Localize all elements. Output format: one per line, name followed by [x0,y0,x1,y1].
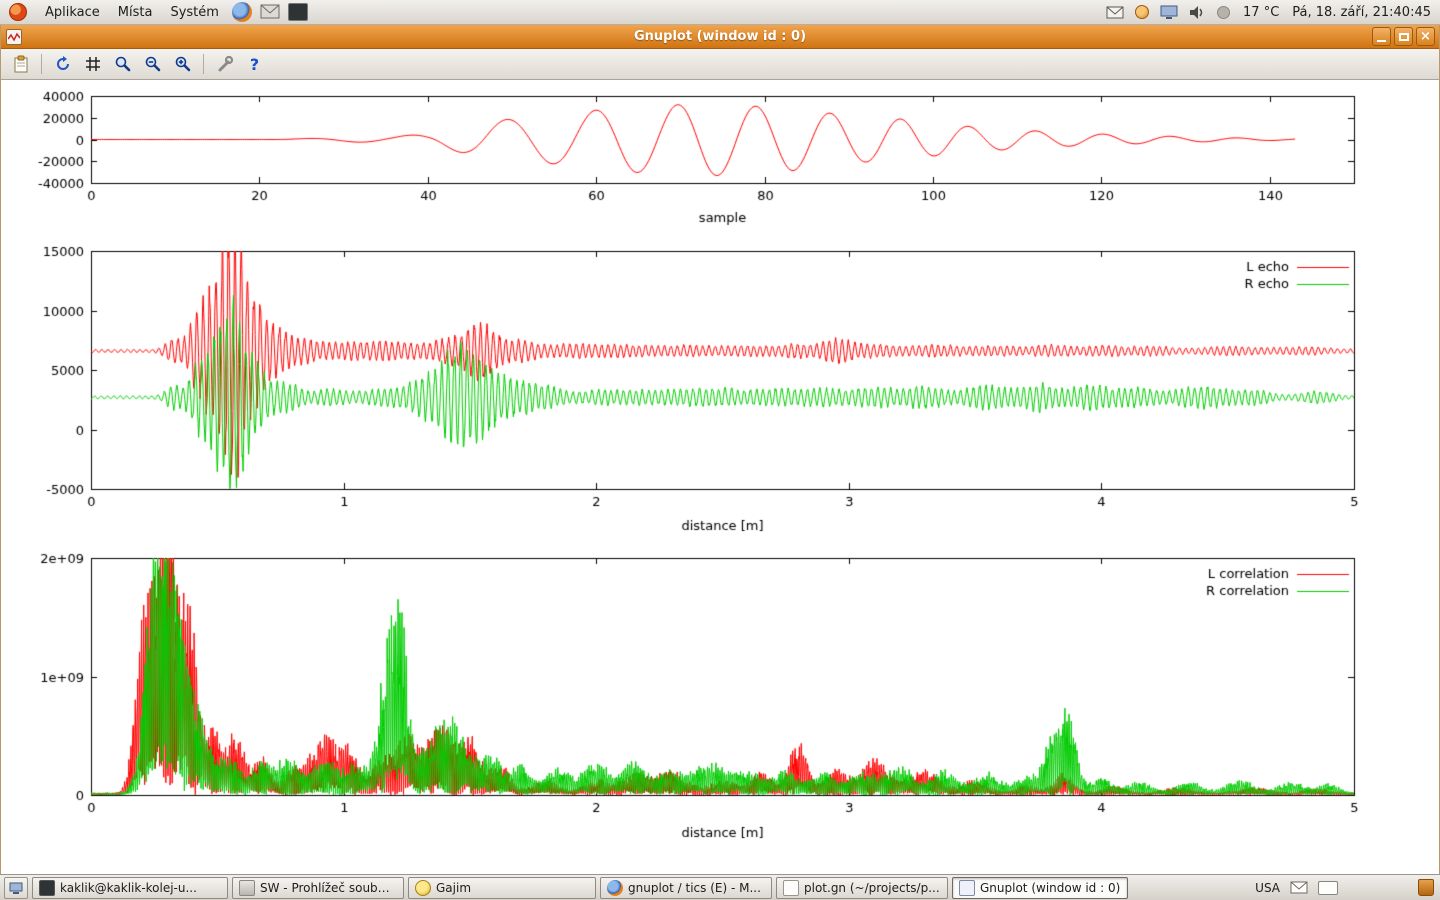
terminal-icon [288,3,308,21]
taskbar-item-terminal[interactable]: kaklik@kaklik-kolej-u... [32,877,228,899]
chart-echo-waveforms[interactable] [1,235,1439,540]
taskbar-item-label: Gajim [436,881,471,895]
remote-desktop-icon[interactable] [1159,2,1179,22]
copy-to-clipboard-button[interactable] [7,52,34,77]
mail-tray-icon[interactable] [1290,881,1308,894]
ubuntu-logo-icon [9,3,27,21]
file-manager-icon [239,880,255,896]
gajim-icon [415,880,431,896]
gnuplot-window-icon [6,29,22,45]
clock-label[interactable]: Pá, 18. září, 21:40:45 [1289,5,1434,20]
terminal-launcher-icon[interactable] [286,1,310,23]
toolbar-separator [41,54,42,74]
menu-places[interactable]: Místa [109,0,162,24]
desktop: Aplikace Místa Systém [0,0,1440,900]
zoom-in-icon [174,55,192,73]
taskbar-item-label: SW - Prohlížeč souborů [260,881,397,895]
keyboard-icon[interactable] [1318,881,1338,895]
grid-icon [85,56,101,72]
zoom-out-button[interactable] [139,52,166,77]
zoom-in-button[interactable] [169,52,196,77]
update-notifier-icon[interactable] [1132,2,1152,22]
mail-notification-icon[interactable] [1105,2,1125,22]
taskbar-item-editor[interactable]: plot.gn (~/projects/p... [776,877,948,899]
refresh-icon [54,55,72,73]
minimize-button[interactable] [1372,27,1391,46]
taskbar-item-label: Gnuplot (window id : 0) [980,881,1120,895]
trash-icon[interactable] [1418,879,1434,896]
panel-right system-tray: 17 °C Pá, 18. září, 21:40:45 [1105,0,1440,24]
taskbar-item-label: plot.gn (~/projects/p... [804,881,940,895]
envelope-icon [260,4,280,20]
close-icon: × [1420,30,1431,43]
maximize-button[interactable] [1394,27,1413,46]
firefox-icon [607,880,623,896]
show-desktop-button[interactable] [4,877,28,899]
text-editor-icon [783,880,799,896]
firefox-icon [232,2,252,22]
taskbar-item-gajim[interactable]: Gajim [408,877,596,899]
taskbar-item-gnuplot[interactable]: Gnuplot (window id : 0) [952,877,1128,899]
zoom-previous-icon [114,55,132,73]
chart-correlation[interactable] [1,545,1439,860]
titlebar[interactable]: Gnuplot (window id : 0) × [1,25,1439,49]
taskbar-item-file-browser[interactable]: SW - Prohlížeč souborů [232,877,404,899]
keyboard-layout-indicator[interactable]: USA [1255,881,1280,895]
minimize-icon [1377,40,1386,42]
toggle-grid-button[interactable] [79,52,106,77]
mail-launcher-icon[interactable] [258,1,282,23]
window-title: Gnuplot (window id : 0) [1,29,1439,44]
close-button[interactable]: × [1416,27,1435,46]
taskbar-item-label: gnuplot / tics (E) - M... [628,881,761,895]
taskbar: kaklik@kaklik-kolej-u... SW - Prohlížeč … [0,874,1440,900]
gnome-top-panel: Aplikace Místa Systém [0,0,1440,25]
configure-button[interactable] [211,52,238,77]
toolbar: ? [1,49,1439,80]
zoom-out-icon [144,55,162,73]
weather-icon[interactable] [1213,2,1233,22]
replot-button[interactable] [49,52,76,77]
chart-sample-waveform[interactable] [1,80,1439,232]
temperature-label: 17 °C [1240,5,1282,20]
firefox-launcher-icon[interactable] [230,1,254,23]
toolbar-separator [203,54,204,74]
menu-applications[interactable]: Aplikace [36,0,109,24]
show-desktop-icon [9,882,23,894]
maximize-icon [1399,33,1409,41]
panel-left: Aplikace Místa Systém [0,0,312,24]
plot-area [1,80,1439,873]
help-button[interactable]: ? [241,52,268,77]
taskbar-right: USA [1255,879,1436,896]
gnuplot-window: Gnuplot (window id : 0) × [0,25,1440,874]
taskbar-item-label: kaklik@kaklik-kolej-u... [60,881,197,895]
menu-system[interactable]: Systém [161,0,227,24]
volume-icon[interactable] [1186,2,1206,22]
terminal-icon [39,880,55,896]
window-controls: × [1372,27,1435,46]
ubuntu-menu-button[interactable] [0,0,36,24]
gnuplot-icon [959,880,975,896]
help-icon: ? [250,55,259,74]
copy-icon [12,55,30,73]
taskbar-item-browser[interactable]: gnuplot / tics (E) - M... [600,877,772,899]
zoom-previous-button[interactable] [109,52,136,77]
wrench-icon [216,55,234,73]
